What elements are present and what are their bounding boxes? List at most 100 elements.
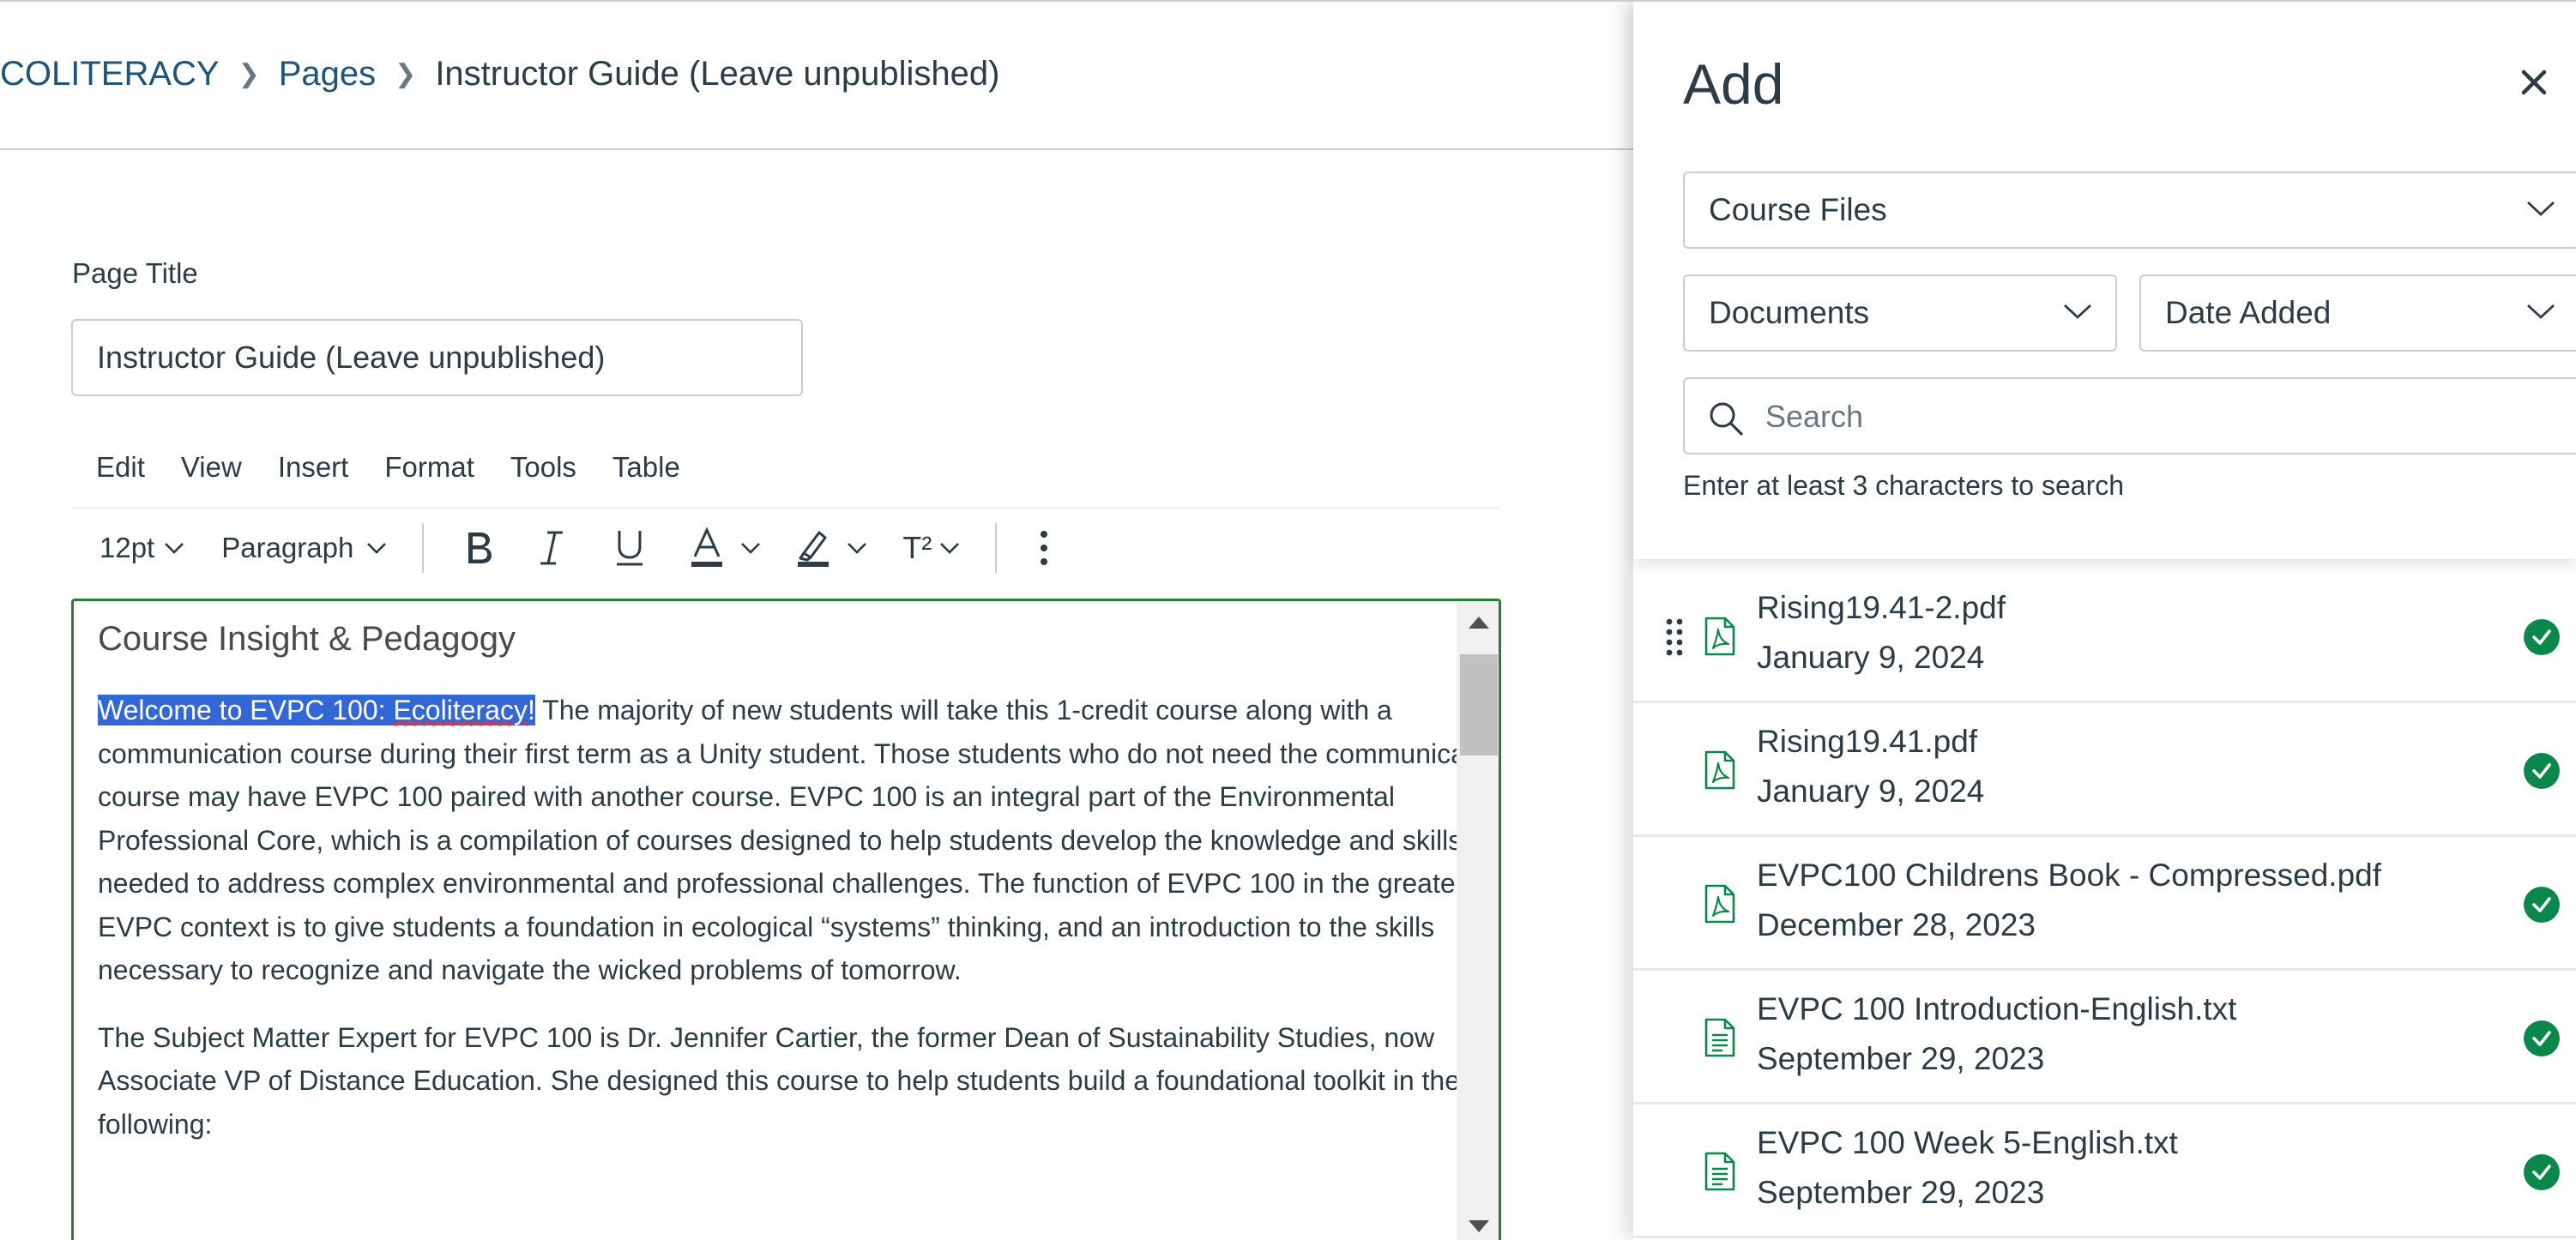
published-check-icon: [2524, 753, 2560, 789]
page-editor-area: COLITERACY ❯ Pages ❯ Instructor Guide (L…: [0, 0, 1633, 1240]
scrollbar-thumb[interactable]: [1460, 654, 1498, 755]
file-list-item[interactable]: Rising19.41-2.pdf January 9, 2024: [1633, 569, 2576, 703]
tray-header: Add Course Files Documents Date Added En…: [1633, 0, 2576, 559]
pdf-icon: [1704, 617, 1735, 656]
file-name: EVPC 100 Introduction-English.txt: [1757, 991, 2237, 1026]
content-type-select[interactable]: Documents: [1683, 274, 2117, 352]
file-date: January 9, 2024: [1757, 773, 1985, 809]
file-list-item[interactable]: Rising19.41.pdf January 9, 2024: [1633, 703, 2576, 837]
file-date: January 9, 2024: [1757, 640, 1985, 675]
italic-button[interactable]: [539, 522, 564, 574]
scroll-up-arrow-icon[interactable]: [1469, 617, 1489, 629]
block-format-dropdown[interactable]: Paragraph: [221, 522, 388, 574]
block-format-value: Paragraph: [221, 532, 354, 563]
header-divider: [0, 148, 1633, 150]
breadcrumb-pages-link[interactable]: Pages: [279, 55, 376, 93]
file-list-item[interactable]: EVPC 100 Introduction-English.txt Septem…: [1633, 971, 2576, 1105]
underline-icon: [617, 531, 643, 566]
close-icon[interactable]: [2517, 65, 2551, 99]
search-input[interactable]: [1765, 391, 2537, 442]
editor-scrollbar[interactable]: [1457, 601, 1499, 1240]
font-size-value: 12pt: [100, 532, 155, 563]
sort-by-value: Date Added: [2165, 295, 2332, 330]
rich-content-editor[interactable]: Course Insight & Pedagogy Welcome to EVP…: [71, 599, 1501, 1240]
selected-text: Welcome to EVPC 100: Ecoliteracy!: [98, 695, 535, 725]
toolbar-separator: [995, 523, 998, 573]
italic-icon: [540, 531, 564, 565]
page-title-input[interactable]: [71, 319, 803, 396]
breadcrumb-separator-icon: ❯: [238, 59, 260, 88]
file-list-item[interactable]: EVPC 100 Week 5-English.txt September 29…: [1633, 1105, 2576, 1238]
misspelled-word: Ecoliteracy: [393, 695, 528, 725]
file-name: EVPC100 Childrens Book - Compressed.pdf: [1757, 858, 2382, 893]
file-list: Rising19.41-2.pdf January 9, 2024 Rising…: [1633, 569, 2576, 1238]
chevron-down-icon: [741, 543, 761, 554]
file-name: Rising19.41.pdf: [1757, 724, 1978, 759]
font-size-dropdown[interactable]: 12pt: [100, 522, 185, 574]
text-color-icon: [691, 527, 723, 567]
content-heading: Course Insight & Pedagogy: [98, 620, 516, 658]
content-source-value: Course Files: [1709, 192, 1887, 227]
menubar-divider: [72, 507, 1501, 509]
content-paragraph: Welcome to EVPC 100: Ecoliteracy! The ma…: [98, 689, 1501, 992]
selected-text-part: Welcome to EVPC 100:: [98, 695, 394, 725]
top-border: [0, 0, 2576, 2]
more-toolbar-button[interactable]: [1040, 522, 1048, 574]
tray-title: Add: [1683, 52, 1784, 116]
menu-insert[interactable]: Insert: [254, 451, 361, 484]
published-check-icon: [2524, 1154, 2560, 1190]
more-vertical-icon: [1041, 531, 1048, 565]
superscript-icon: T²: [902, 530, 932, 565]
paragraph-text: The majority of new students will take t…: [98, 695, 1501, 985]
underline-button[interactable]: [614, 522, 645, 574]
text-color-button[interactable]: [690, 522, 762, 574]
file-date: September 29, 2023: [1757, 1041, 2045, 1076]
menu-format[interactable]: Format: [360, 451, 486, 484]
chevron-down-icon: [2064, 304, 2091, 319]
bold-icon: [468, 533, 492, 563]
text-document-icon: [1704, 1152, 1735, 1191]
editor-menubar: Edit View Insert Format Tools Table: [72, 446, 692, 489]
content-source-select[interactable]: Course Files: [1683, 172, 2576, 249]
menu-tools[interactable]: Tools: [486, 451, 588, 484]
breadcrumb-separator-icon: ❯: [395, 59, 417, 88]
highlight-color-button[interactable]: [796, 522, 868, 574]
published-check-icon: [2524, 619, 2560, 655]
toolbar-separator: [422, 523, 425, 573]
chevron-down-icon: [165, 543, 184, 554]
search-hint: Enter at least 3 characters to search: [1683, 470, 2125, 501]
menu-table[interactable]: Table: [588, 451, 692, 484]
superscript-button[interactable]: T²: [902, 522, 961, 574]
editor-toolbar: 12pt Paragraph T²: [72, 519, 1501, 577]
content-type-value: Documents: [1709, 295, 1870, 330]
scroll-down-arrow-icon[interactable]: [1469, 1220, 1489, 1232]
breadcrumb: COLITERACY ❯ Pages ❯ Instructor Guide (L…: [0, 48, 999, 99]
sort-by-select[interactable]: Date Added: [2139, 274, 2576, 352]
editor-body[interactable]: Course Insight & Pedagogy Welcome to EVP…: [98, 615, 1501, 1170]
selected-text-part: !: [527, 695, 535, 725]
file-name: Rising19.41-2.pdf: [1757, 590, 2006, 625]
pdf-icon: [1704, 750, 1735, 790]
chevron-down-icon: [940, 543, 960, 554]
add-content-tray: Add Course Files Documents Date Added En…: [1633, 0, 2576, 1240]
page-title-label: Page Title: [72, 257, 198, 289]
published-check-icon: [2524, 1020, 2560, 1056]
chevron-down-icon: [367, 543, 387, 554]
search-icon: [1710, 402, 1743, 436]
breadcrumb-current-page: Instructor Guide (Leave unpublished): [435, 54, 1000, 93]
content-paragraph: The Subject Matter Expert for EVPC 100 i…: [98, 1021, 1460, 1140]
highlighter-icon: [798, 531, 830, 567]
search-field[interactable]: [1683, 377, 2576, 454]
file-list-item[interactable]: EVPC100 Childrens Book - Compressed.pdf …: [1633, 837, 2576, 971]
menu-view[interactable]: View: [157, 451, 254, 484]
breadcrumb-course-link[interactable]: COLITERACY: [0, 55, 220, 93]
pdf-icon: [1704, 884, 1735, 924]
bold-button[interactable]: [462, 522, 496, 574]
text-document-icon: [1704, 1018, 1735, 1057]
menu-edit[interactable]: Edit: [72, 451, 157, 484]
file-date: December 28, 2023: [1757, 907, 2036, 942]
chevron-down-icon: [2527, 201, 2555, 216]
file-date: September 29, 2023: [1757, 1175, 2045, 1210]
chevron-down-icon: [2527, 304, 2555, 319]
drag-handle-icon[interactable]: [1666, 617, 1683, 657]
